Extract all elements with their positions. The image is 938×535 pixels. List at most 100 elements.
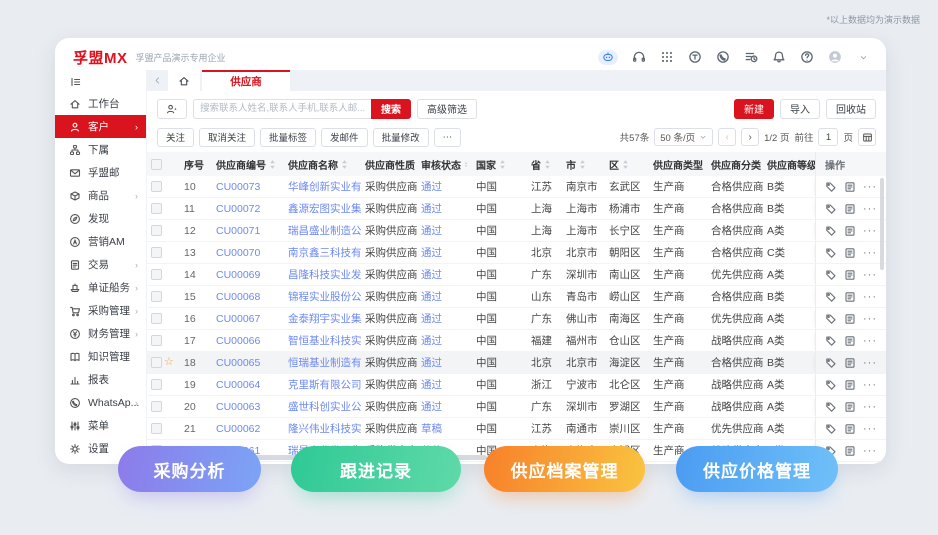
column-header[interactable]: 供应商编号	[212, 152, 284, 176]
sidebar-item-report[interactable]: 报表	[55, 368, 146, 391]
cell-code[interactable]: CU00070	[212, 242, 284, 263]
sidebar-collapse-button[interactable]	[55, 72, 146, 92]
goto-page-input[interactable]	[818, 128, 839, 146]
row-checkbox[interactable]	[151, 313, 162, 324]
sort-icon[interactable]	[464, 160, 468, 169]
phone-call-button[interactable]	[716, 50, 730, 64]
sort-icon[interactable]	[499, 159, 506, 169]
detail-action[interactable]	[844, 181, 856, 193]
row-checkbox[interactable]	[151, 247, 162, 258]
column-header[interactable]: 国家	[472, 152, 527, 176]
column-settings-button[interactable]	[858, 128, 876, 146]
cell-name[interactable]: 隆兴伟业科技实业	[284, 418, 361, 439]
cell-name[interactable]: 锦程实业股份公司	[284, 286, 361, 307]
detail-action[interactable]	[844, 225, 856, 237]
user-avatar[interactable]	[828, 50, 842, 64]
tag-action[interactable]	[825, 335, 837, 347]
cell-name[interactable]: 鑫源宏图实业集团	[284, 198, 361, 219]
headset-button[interactable]	[632, 50, 646, 64]
tag-action[interactable]	[825, 379, 837, 391]
detail-action[interactable]	[844, 335, 856, 347]
row-checkbox[interactable]	[151, 203, 162, 214]
advanced-filter-button[interactable]: 高级筛选	[417, 98, 477, 119]
detail-action[interactable]	[844, 291, 856, 303]
tag-action[interactable]	[825, 357, 837, 369]
table-row[interactable]: 21 CU00062隆兴伟业科技实业采购供应商草稿 中国 江苏 南通市崇川区生产商 优先供…	[147, 418, 886, 440]
vertical-scrollbar[interactable]	[880, 178, 884, 270]
help-button[interactable]	[800, 50, 814, 64]
sidebar-item-person[interactable]: 客户 ›	[55, 115, 146, 138]
row-checkbox[interactable]	[151, 225, 162, 236]
cell-name[interactable]: 瑞昌盛业制造公司	[284, 220, 361, 241]
tag-action[interactable]	[825, 181, 837, 193]
sidebar-item-box[interactable]: 商品 ›	[55, 184, 146, 207]
select-all-checkbox[interactable]	[151, 158, 162, 170]
sidebar-item-sliders[interactable]: 菜单	[55, 414, 146, 437]
row-checkbox[interactable]	[151, 357, 162, 368]
table-row[interactable]: 13 CU00070南京鑫三科技有限... 采购供应商通过 中国 北京 北京市朝阳区生产商…	[147, 242, 886, 264]
notification-bell-button[interactable]	[772, 50, 786, 64]
column-header[interactable]: 供应商分类	[707, 152, 763, 176]
recycle-bin-button[interactable]: 回收站	[826, 98, 876, 119]
sidebar-item-mail[interactable]: 孚盟邮	[55, 161, 146, 184]
detail-action[interactable]	[844, 313, 856, 325]
sort-icon[interactable]	[579, 159, 586, 169]
toolbar-button-0[interactable]: 关注	[157, 127, 195, 147]
column-header[interactable]: 省	[527, 152, 562, 176]
tag-action[interactable]	[825, 203, 837, 215]
detail-action[interactable]	[844, 423, 856, 435]
cell-code[interactable]: CU00071	[212, 220, 284, 241]
detail-action[interactable]	[844, 247, 856, 259]
table-row[interactable]: ☆ 18 CU00065恒瑞基业制造有限... 采购供应商通过 中国 北京 北京市海淀区生产…	[147, 352, 886, 374]
search-input[interactable]	[193, 98, 371, 119]
table-row[interactable]: 17 CU00066智恒基业科技实业采购供应商通过 中国 福建 福州市仓山区生产商 战略供…	[147, 330, 886, 352]
tag-action[interactable]	[825, 269, 837, 281]
tab-supplier[interactable]: 供应商	[202, 70, 290, 91]
tag-action[interactable]	[825, 225, 837, 237]
sidebar-item-compass[interactable]: 发现	[55, 207, 146, 230]
table-row[interactable]: 20 CU00063盛世科创实业公司采购供应商通过 中国 广东 深圳市罗湖区生产商 战略供…	[147, 396, 886, 418]
detail-action[interactable]	[844, 445, 856, 457]
float-button-1[interactable]: 跟进记录	[291, 446, 461, 492]
column-header[interactable]: 供应商性质	[361, 152, 417, 176]
cell-name[interactable]: 华峰创新实业有限...	[284, 176, 361, 197]
star-icon[interactable]: ☆	[164, 357, 176, 368]
row-checkbox[interactable]	[151, 401, 162, 412]
tab-back-button[interactable]	[147, 70, 167, 91]
toolbar-button-4[interactable]: 批量修改	[372, 127, 429, 147]
row-checkbox[interactable]	[151, 181, 162, 192]
row-checkbox[interactable]	[151, 269, 162, 280]
cell-code[interactable]: CU00072	[212, 198, 284, 219]
sidebar-item-marketing[interactable]: 营销AM	[55, 230, 146, 253]
toolbar-button-3[interactable]: 发邮件	[321, 127, 368, 147]
cell-name[interactable]: 昌隆科技实业发展...	[284, 264, 361, 285]
cell-name[interactable]: 智恒基业科技实业	[284, 330, 361, 351]
cell-code[interactable]: CU00064	[212, 374, 284, 395]
sort-icon[interactable]	[544, 159, 551, 169]
row-checkbox[interactable]	[151, 379, 162, 390]
sidebar-item-trade[interactable]: 交易 ›	[55, 253, 146, 276]
column-header[interactable]: 审核状态	[417, 152, 472, 176]
sort-icon[interactable]	[269, 159, 276, 169]
search-button[interactable]: 搜索	[371, 98, 411, 119]
task-list-button[interactable]	[744, 50, 758, 64]
table-row[interactable]: 12 CU00071瑞昌盛业制造公司采购供应商通过 中国 上海 上海市长宁区生产商 合格供…	[147, 220, 886, 242]
sort-icon[interactable]	[341, 159, 348, 169]
detail-action[interactable]	[844, 401, 856, 413]
table-row[interactable]: 11 CU00072鑫源宏图实业集团采购供应商通过 中国 上海 上海市杨浦市生产商 合格供…	[147, 198, 886, 220]
robot-assistant-button[interactable]	[598, 49, 618, 65]
table-row[interactable]: 10 CU00073华峰创新实业有限... 采购供应商通过 中国 江苏 南京市玄武区生产商…	[147, 176, 886, 198]
contact-field-selector[interactable]	[157, 98, 187, 119]
sort-icon[interactable]	[622, 159, 629, 169]
sidebar-item-ship[interactable]: 单证船务 ›	[55, 276, 146, 299]
table-row[interactable]: 14 CU00069昌隆科技实业发展... 采购供应商通过 中国 广东 深圳市南山区生产商…	[147, 264, 886, 286]
cell-name[interactable]: 盛世科创实业公司	[284, 396, 361, 417]
detail-action[interactable]	[844, 379, 856, 391]
page-size-select[interactable]: 50 条/页	[654, 128, 714, 146]
detail-action[interactable]	[844, 357, 856, 369]
toolbar-button-2[interactable]: 批量标签	[260, 127, 317, 147]
cell-name[interactable]: 南京鑫三科技有限...	[284, 242, 361, 263]
detail-action[interactable]	[844, 269, 856, 281]
cell-code[interactable]: CU00062	[212, 418, 284, 439]
sidebar-item-whatsapp[interactable]: WhatsAp... ›	[55, 391, 146, 414]
